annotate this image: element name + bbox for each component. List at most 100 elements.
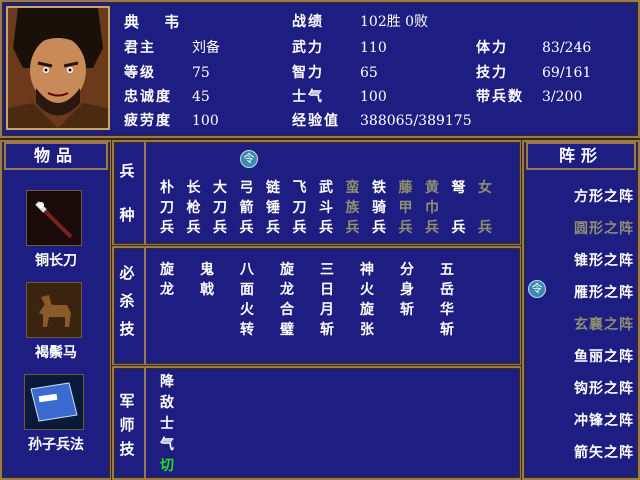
special-skill-item[interactable]: 旋龙 <box>158 260 176 300</box>
troop-type-char: 锤 <box>266 200 280 216</box>
formation-item[interactable]: 玄襄之阵 <box>522 314 634 334</box>
hp-label: 体力 <box>476 40 508 56</box>
special-skill-char: 八 <box>240 262 254 278</box>
force-label: 武力 <box>292 40 324 56</box>
special-skill-char: 转 <box>240 322 254 338</box>
troop-type-char: 兵 <box>451 220 466 236</box>
troop-type-item[interactable]: 长枪兵 <box>185 178 203 238</box>
formation-item[interactable]: 圆形之阵 <box>522 218 634 238</box>
special-skill-item[interactable]: 三日月斩 <box>318 260 336 340</box>
troop-type-item[interactable]: 女 兵 <box>476 178 494 238</box>
fatigue-value: 100 <box>192 113 219 129</box>
special-skill-char: 三 <box>320 262 334 278</box>
general-name: 典 韦 <box>124 13 190 31</box>
troops-label: 带兵数 <box>476 89 524 105</box>
formation-item[interactable]: 鱼丽之阵 <box>522 346 634 366</box>
special-skill-char: 斩 <box>440 322 454 338</box>
formation-item[interactable]: 箭矢之阵 <box>522 442 634 462</box>
special-skill-char: 合 <box>280 302 294 318</box>
lord-label: 君主 <box>124 40 156 56</box>
item-name-2[interactable]: 褐鬃马 <box>6 342 106 362</box>
strategy-char: 敌 <box>160 395 174 411</box>
special-skill-item[interactable]: 五岳华斩 <box>438 260 456 340</box>
troop-type-char: 兵 <box>425 220 439 236</box>
troop-type-char: 兵 <box>319 220 333 236</box>
special-skill-item[interactable]: 神火旋张 <box>358 260 376 340</box>
troop-type-item[interactable]: 飞刀兵 <box>291 178 309 238</box>
troop-type-item[interactable]: 弩 兵 <box>450 178 468 238</box>
troop-type-item[interactable]: 朴刀兵 <box>158 178 176 238</box>
divider <box>144 140 146 246</box>
loyalty-value: 45 <box>192 89 210 105</box>
strategy-label-2: 师 <box>119 416 135 434</box>
troop-type-char: 兵 <box>398 220 413 236</box>
troop-type-char: 刀 <box>213 200 227 216</box>
troop-type-item[interactable]: 蛮族兵 <box>344 178 362 238</box>
special-skill-char: 璧 <box>280 322 294 338</box>
level-label: 等级 <box>124 65 156 81</box>
special-skills-label-2: 杀 <box>119 292 135 310</box>
intel-value: 65 <box>360 65 378 81</box>
formation-item[interactable]: 雁形之阵 <box>522 282 634 302</box>
formation-item[interactable]: 钩形之阵 <box>522 378 634 398</box>
skill-label: 技力 <box>476 65 508 81</box>
troop-type-char: 兵 <box>239 220 254 236</box>
troop-type-item[interactable]: 武斗兵 <box>317 178 335 238</box>
special-skill-char: 戟 <box>200 282 214 298</box>
fatigue-label: 疲劳度 <box>124 113 172 129</box>
troop-type-item[interactable]: 黄巾兵 <box>423 178 441 238</box>
troop-type-char: 族 <box>345 200 360 216</box>
special-skill-char: 龙 <box>280 282 294 298</box>
special-skill-char: 神 <box>360 262 374 278</box>
troop-type-char: 长 <box>186 180 201 196</box>
exp-value: 388065/389175 <box>360 113 472 129</box>
troop-type-item[interactable]: 大刀兵 <box>211 178 229 238</box>
troop-type-char: 铁 <box>372 180 386 196</box>
formation-item[interactable]: 方形之阵 <box>522 186 634 206</box>
sword-icon[interactable] <box>26 190 82 246</box>
troops-value: 3/200 <box>542 89 583 105</box>
special-skill-item[interactable]: 旋龙合璧 <box>278 260 296 340</box>
exp-label: 经验值 <box>292 113 340 129</box>
special-skill-char: 华 <box>440 302 454 318</box>
formation-item[interactable]: 冲锋之阵 <box>522 410 634 430</box>
troop-type-char: 骑 <box>372 200 386 216</box>
general-portrait <box>6 6 110 130</box>
strategy-char: 士 <box>160 416 174 432</box>
troop-type-item[interactable]: 弓箭兵 <box>238 178 256 238</box>
morale-label: 士气 <box>292 89 324 105</box>
book-icon[interactable] <box>24 374 84 430</box>
troop-type-item[interactable]: 铁骑兵 <box>370 178 388 238</box>
item-name-3[interactable]: 孙子兵法 <box>6 434 106 454</box>
troop-type-char: 兵 <box>372 220 386 236</box>
hp-value: 83/246 <box>542 40 592 56</box>
intel-label: 智力 <box>292 65 324 81</box>
troop-type-char: 刀 <box>160 200 174 216</box>
special-skill-item[interactable]: 八面火转 <box>238 260 256 340</box>
record-label: 战绩 <box>292 14 324 30</box>
formation-item[interactable]: 锥形之阵 <box>522 250 634 270</box>
troop-type-char: 弓 <box>239 180 254 196</box>
special-skill-item[interactable]: 鬼戟 <box>198 260 216 300</box>
strategy-char: 降 <box>160 374 174 390</box>
level-value: 75 <box>192 65 210 81</box>
special-skill-char: 岳 <box>440 282 454 298</box>
special-skill-char: 火 <box>240 302 254 318</box>
skill-value: 69/161 <box>542 65 592 81</box>
record-value: 102胜 0败 <box>360 14 429 30</box>
special-skill-char: 龙 <box>160 282 174 298</box>
troop-type-char: 弩 <box>451 180 466 196</box>
troop-type-char: 斗 <box>319 200 333 216</box>
portrait-image <box>8 8 108 128</box>
strategy-item[interactable]: 降 敌 士 气 切 <box>158 372 176 477</box>
horse-icon[interactable] <box>26 282 82 338</box>
troop-type-item[interactable]: 藤甲兵 <box>397 178 415 238</box>
special-skill-char: 斩 <box>400 302 414 318</box>
troop-type-char: 女 <box>478 180 492 196</box>
troop-type-char: 大 <box>213 180 227 196</box>
selected-marker-icon: 令 <box>240 150 258 168</box>
troop-type-item[interactable]: 链锤兵 <box>264 178 282 238</box>
item-name-1[interactable]: 铜长刀 <box>6 250 106 270</box>
troop-type-char: 箭 <box>239 200 254 216</box>
special-skill-item[interactable]: 分身斩 <box>398 260 416 320</box>
